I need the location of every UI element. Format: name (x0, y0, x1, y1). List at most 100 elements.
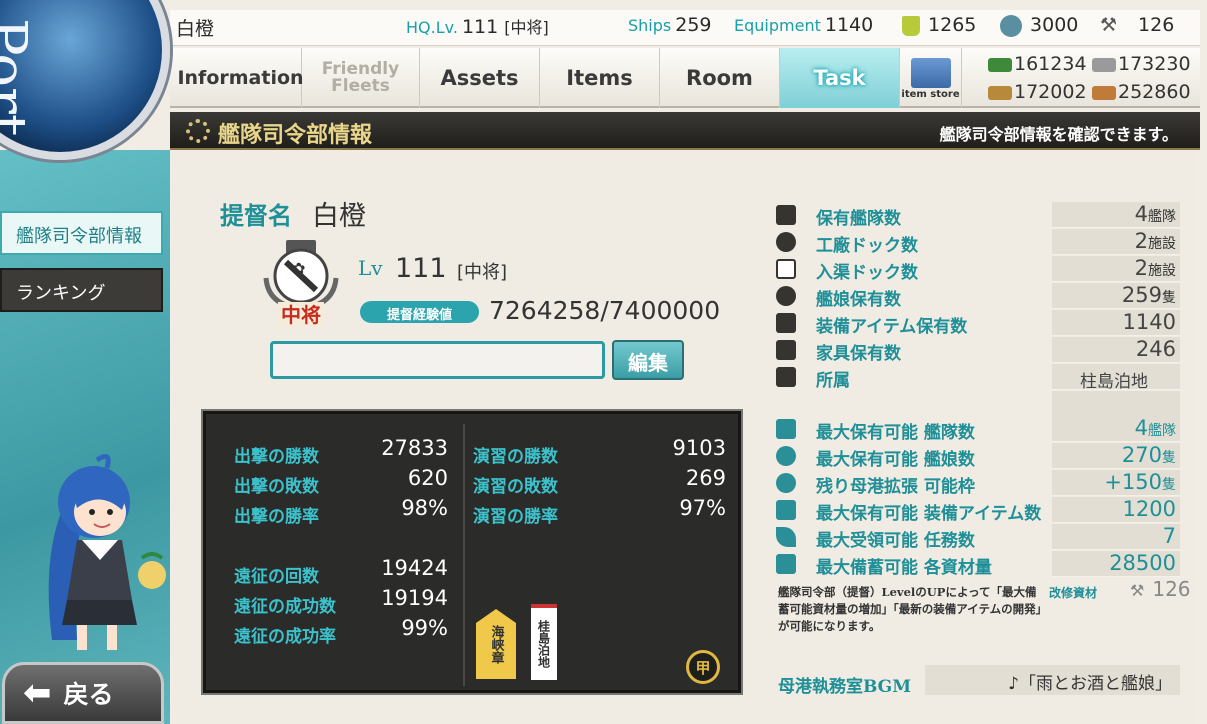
max-equip-value: 1200 (1052, 497, 1180, 523)
item-store-button[interactable]: item store (900, 48, 962, 108)
bucket-count: 1265 (902, 14, 976, 36)
admiral-name-value: 白橙 (312, 201, 366, 232)
stats-divider (463, 424, 465, 686)
expand-value-box: +150隻 (1052, 470, 1180, 496)
max-resource-icon (776, 554, 796, 574)
devmat-value: 3000 (1030, 14, 1079, 36)
tab-friendly-label-2: Fleets (331, 76, 390, 96)
fleets-unit: 艦隊 (1148, 209, 1176, 225)
fleet-icon (776, 205, 796, 225)
top-status-bar: 白橙 HQ.Lv. 111 [中将] Ships 259 Equipment 1140… (170, 10, 1200, 46)
sidebar-item-hq-info[interactable]: 艦隊司令部情報 (0, 211, 163, 255)
furniture-label: 家具保有数 (816, 344, 901, 364)
expedition-count-label: 遠征の回数 (234, 567, 319, 587)
fuel-icon (988, 57, 1012, 72)
max-quests-value: 7 (1052, 524, 1180, 550)
expedition-rate-value: 99% (401, 616, 448, 640)
tab-room[interactable]: Room (660, 48, 780, 108)
expedition-count-value: 19424 (381, 556, 448, 580)
rank-emblem-icon: ✿ 中将 (263, 240, 339, 327)
sortie-win-label: 出撃の勝数 (234, 447, 319, 467)
base-label: 所属 (816, 371, 850, 391)
improvement-material-label: 改修資材 (1049, 586, 1098, 600)
tab-items[interactable]: Items (540, 48, 660, 108)
sortie-lose-value: 620 (407, 466, 448, 490)
furniture-value: 246 (1052, 337, 1180, 363)
ships-label: 艦娘保有数 (816, 290, 901, 310)
mascot-character-image (48, 453, 166, 650)
ship-count-label: Ships (628, 16, 672, 35)
panel-row-ships: 艦娘保有数 259隻 (776, 283, 1180, 310)
equip-label: 装備アイテム保有数 (816, 317, 968, 337)
ship-count: Ships 259 (628, 14, 712, 36)
pvp-win-label: 演習の勝数 (473, 447, 558, 467)
expand-unit: 隻 (1162, 477, 1176, 493)
screen: 白橙 HQ.Lv. 111 [中将] Ships 259 Equipment 1140… (0, 0, 1207, 724)
bauxite-value: 252860 (1118, 81, 1191, 103)
ships-value-box: 259隻 (1052, 283, 1180, 309)
port-label: Port (0, 18, 38, 137)
max-ships-label: 最大保有可能 艦娘数 (816, 450, 975, 470)
expedition-rate-label: 遠征の成功率 (234, 627, 336, 647)
tab-friendly-fleets[interactable]: Friendly Fleets (302, 48, 420, 108)
max-fleet-icon (776, 419, 796, 439)
admiral-name: 白橙 (176, 18, 215, 40)
fuel-value: 161234 (1014, 53, 1087, 75)
fleets-label: 保有艦隊数 (816, 209, 901, 229)
hammer-icon: ⚒ (1100, 14, 1118, 36)
panel-row-max-resources: 最大備蓄可能 各資材量 28500 (776, 551, 1180, 578)
sidebar-item-ranking[interactable]: ランキング (0, 268, 163, 312)
tab-task[interactable]: Task (780, 48, 900, 108)
panel-row-max-quests: 最大受領可能 任務数 7 (776, 524, 1180, 551)
screw-icon: ⚒ (1130, 581, 1145, 600)
bauxite-icon (1092, 85, 1116, 100)
edit-button[interactable]: 編集 (612, 340, 684, 380)
max-res-label: 最大備蓄可能 各資材量 (816, 558, 992, 578)
fuel-resource: 161234 (988, 53, 1087, 75)
expand-value: +150 (1104, 470, 1162, 494)
ships-unit: 隻 (1162, 290, 1176, 306)
bgm-selector[interactable]: ♪「雨とお酒と艦娘」 (925, 665, 1180, 695)
docks-unit: 施設 (1148, 236, 1176, 252)
port-button[interactable]: Port (0, 0, 170, 160)
expedition-success-label: 遠征の成功数 (234, 597, 336, 617)
docks-value: 2 (1134, 229, 1148, 253)
page-subtitle: 艦隊司令部情報を確認できます。 (939, 125, 1178, 144)
equip-count-label: Equipment (734, 16, 821, 35)
panel-row-fleets: 保有艦隊数 4艦隊 (776, 202, 1180, 229)
max-fleets-value-box: 4艦隊 (1052, 416, 1180, 442)
equip-count-value: 1140 (824, 14, 874, 36)
development-material-icon (1000, 14, 1022, 37)
exp-value: 7264258/7400000 (489, 296, 721, 325)
gear-icon (186, 119, 210, 143)
screw-value: 126 (1138, 14, 1175, 36)
svg-text:✿: ✿ (292, 259, 305, 278)
steel-icon (1092, 57, 1116, 72)
section-title-bar: 艦隊司令部情報 艦隊司令部情報を確認できます。 (170, 112, 1200, 150)
battle-stats-panel: 出撃の勝数 27833 出撃の敗数 620 出撃の勝率 98% 演習の勝数 91… (201, 409, 743, 695)
ammo-icon (988, 85, 1012, 100)
sortie-rate-value: 98% (401, 496, 448, 520)
ship-count-value: 259 (675, 14, 712, 36)
comment-input[interactable] (270, 341, 605, 379)
back-button[interactable]: ⬅ 戻る (2, 662, 164, 724)
panel-row-equip: 装備アイテム保有数 1140 (776, 310, 1180, 337)
pvp-win-value: 9103 (672, 436, 726, 460)
tab-assets[interactable]: Assets (420, 48, 540, 108)
tab-information[interactable]: Information (177, 48, 304, 108)
max-equipment-icon (776, 500, 796, 520)
hq-rank: [中将] (504, 18, 549, 37)
ammo-resource: 172002 (988, 81, 1087, 103)
max-ships-value-box: 270隻 (1052, 443, 1180, 469)
improvement-material-value: ⚒ 126 (1130, 577, 1191, 601)
docks-label: 工廠ドック数 (816, 236, 918, 256)
panel-row-furniture: 家具保有数 246 (776, 337, 1180, 364)
steel-value: 173230 (1118, 53, 1191, 75)
equipment-icon (776, 313, 796, 333)
pvp-lose-label: 演習の敗数 (473, 477, 558, 497)
docks-value-box: 2施設 (1052, 229, 1180, 255)
sortie-rate-label: 出撃の勝率 (234, 507, 319, 527)
back-label: 戻る (63, 680, 114, 709)
ships-value: 259 (1121, 283, 1162, 307)
fleets-value: 4 (1134, 202, 1148, 226)
